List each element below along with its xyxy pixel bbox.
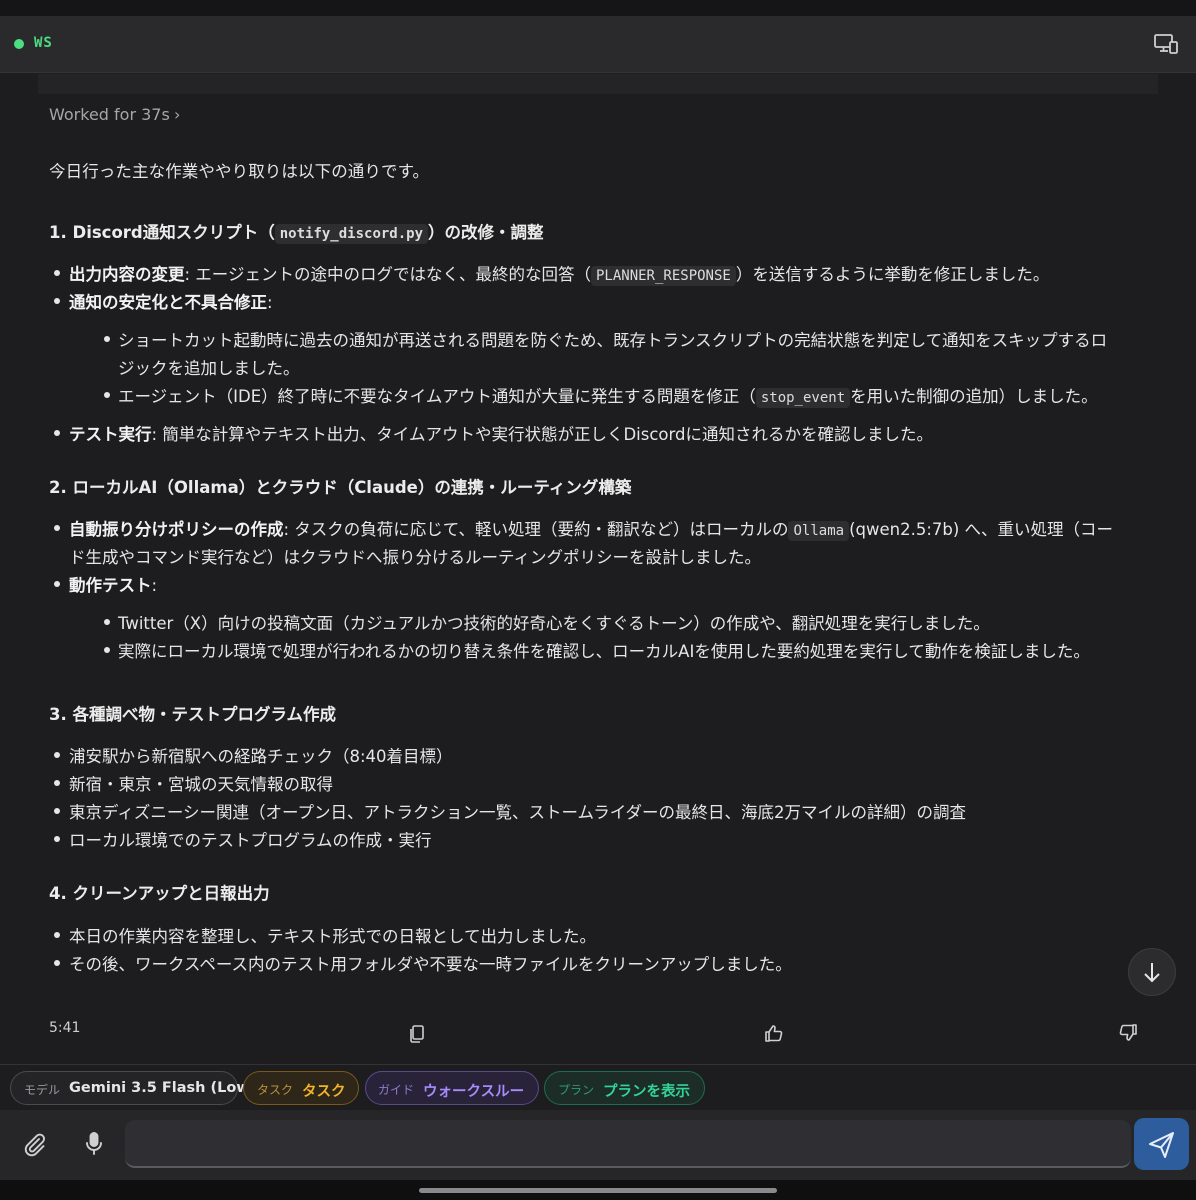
inline-code: Ollama — [788, 521, 850, 541]
mic-icon[interactable] — [80, 1130, 108, 1158]
mode-chip-bar: モデル Gemini 3.5 Flash (Low) タスク タスク ガイド ウ… — [0, 1064, 1196, 1110]
composer-bar — [0, 1110, 1196, 1180]
list-item: テスト実行: 簡単な計算やテキスト出力、タイムアウトや実行状態が正しくDisco… — [54, 421, 933, 445]
list-item: 本日の作業内容を整理し、テキスト形式での日報として出力しました。 — [54, 923, 596, 947]
list-item: 出力内容の変更: エージェントの途中のログではなく、最終的な回答（ PLANNER… — [54, 261, 1049, 286]
message-timestamp: 5:41 — [49, 1020, 81, 1036]
devices-icon[interactable] — [1152, 30, 1180, 58]
sub-list-item: Twitter（X）向けの投稿文面（カジュアルかつ技術的好奇心をくすぐるトーン）… — [104, 610, 990, 634]
section-heading: 1. Discord通知スクリプト（ notify_discord.py ）の改修・… — [49, 223, 544, 244]
inline-code: stop_event — [755, 388, 851, 408]
list-item: 新宿・東京・宮城の天気情報の取得 — [54, 771, 333, 795]
sub-list-item-continued: ジックを追加しました。 — [118, 359, 300, 378]
model-selector-chip[interactable]: モデル Gemini 3.5 Flash (Low) — [10, 1071, 256, 1105]
list-item: その後、ワークスペース内のテスト用フォルダや不要な一時ファイルをクリーンアップし… — [54, 951, 792, 975]
list-item: 浦安駅から新宿駅への経路チェック（8:40着目標） — [54, 743, 453, 767]
thumbs-up-icon[interactable] — [756, 1016, 790, 1050]
message-input[interactable] — [125, 1120, 1131, 1168]
thumbs-down-icon[interactable] — [1112, 1016, 1146, 1050]
copy-icon[interactable] — [400, 1016, 434, 1050]
top-status-strip — [0, 0, 1196, 16]
list-item: 東京ディズニーシー関連（オープン日、アトラクション一覧、ストームライダーの最終日… — [54, 799, 966, 823]
list-item: 自動振り分けポリシーの作成: タスクの負荷に応じて、軽い処理（要約・翻訳など）は… — [54, 516, 1113, 541]
connection-status-dot — [14, 39, 24, 49]
app-header: WS — [0, 16, 1196, 73]
guide-mode-chip[interactable]: ガイド ウォークスルー — [365, 1071, 539, 1105]
chevron-right-icon[interactable]: › — [174, 105, 180, 124]
inline-code: notify_discord.py — [274, 224, 429, 244]
send-button[interactable] — [1134, 1118, 1189, 1170]
sub-list-item: エージェント（IDE）終了時に不要なタイムアウト通知が大量に発生する問題を修正（… — [104, 383, 1098, 408]
task-mode-chip[interactable]: タスク タスク — [243, 1071, 359, 1105]
inline-code: PLANNER_RESPONSE — [590, 266, 736, 286]
list-item-continued: ド生成やコマンド実行など）はクラウドへ振り分けるルーティングポリシーを設計しまし… — [69, 548, 762, 567]
worked-duration-toggle[interactable]: Worked for 37s — [49, 105, 170, 124]
sub-list-item: ショートカット起動時に過去の通知が再送される問題を防ぐため、既存トランスクリプト… — [104, 327, 1107, 351]
home-indicator[interactable] — [419, 1188, 777, 1193]
section-heading: 2. ローカルAI（Ollama）とクラウド（Claude）の連携・ルーティング… — [49, 478, 632, 497]
system-nav-area — [0, 1180, 1196, 1200]
scroll-to-bottom-button[interactable] — [1128, 948, 1176, 996]
app-title: WS — [34, 35, 53, 51]
list-item: 通知の安定化と不具合修正: — [54, 289, 273, 313]
intro-text: 今日行った主な作業ややり取りは以下の通りです。 — [49, 162, 430, 181]
list-item: 動作テスト: — [54, 572, 157, 596]
section-heading: 4. クリーンアップと日報出力 — [49, 884, 270, 903]
conversation-area[interactable]: Worked for 37s › 今日行った主な作業ややり取りは以下の通りです。… — [0, 74, 1196, 1064]
plan-view-chip[interactable]: プラン プランを表示 — [544, 1071, 705, 1105]
list-item: ローカル環境でのテストプログラムの作成・実行 — [54, 827, 432, 851]
paperclip-icon[interactable] — [20, 1130, 48, 1158]
sub-list-item: 実際にローカル環境で処理が行われるかの切り替え条件を確認し、ローカルAIを使用し… — [104, 638, 1090, 662]
send-icon — [1149, 1132, 1174, 1158]
arrow-down-icon — [1144, 963, 1160, 983]
section-heading: 3. 各種調べ物・テストプログラム作成 — [49, 705, 336, 724]
